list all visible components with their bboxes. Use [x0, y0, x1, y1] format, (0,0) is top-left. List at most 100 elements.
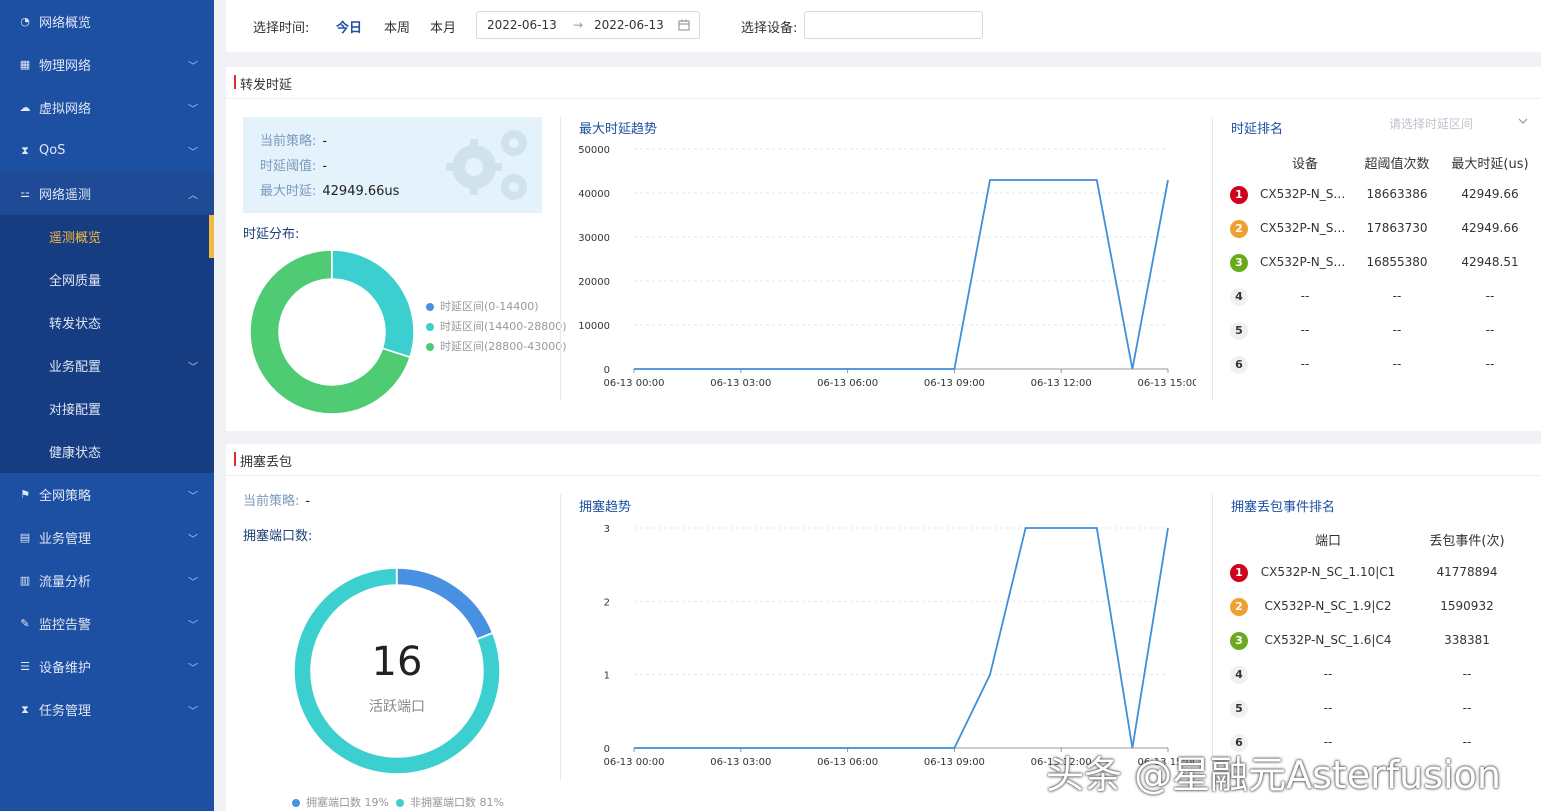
chevron-down-icon: ﹀ [188, 620, 198, 631]
sidebar-item[interactable]: ▦ 物理网络 ﹀ [0, 43, 214, 86]
max-latency-key: 最大时延: [260, 184, 317, 199]
time-label: 选择时间: [253, 21, 310, 36]
sidebar-item-label: 网络概览 [39, 16, 92, 31]
option-week[interactable]: 本周 [384, 17, 410, 36]
chevron-down-icon: ﹀ [188, 534, 198, 545]
submenu-item-label: 全网质量 [49, 274, 102, 289]
date-end[interactable]: 2022-06-13 [594, 18, 664, 32]
sidebar-item-label: 物理网络 [39, 59, 92, 74]
y-tick-label: 30000 [578, 233, 610, 244]
rank-cell-max: 42949.66 [1461, 221, 1519, 235]
y-tick-label: 3 [604, 524, 610, 535]
series-line[interactable] [634, 179, 1169, 370]
y-tick-label: 2 [604, 597, 610, 608]
chevron-up-icon: ︿ [188, 190, 198, 201]
chevron-down-icon: ﹀ [188, 663, 198, 674]
report-icon: ▥ [19, 574, 31, 587]
submenu-item[interactable]: 转发状态 [0, 301, 214, 344]
filter-bar: 选择时间: 今日 本周 本月 2022-06-13 → 2022-06-13 选… [226, 0, 1541, 52]
latency-info-box: 当前策略: - 时延阈值: - 最大时延: 42949.66us [243, 117, 542, 213]
submenu-item[interactable]: 遥测概览 [0, 215, 214, 258]
submenu-item[interactable]: 对接配置 [0, 387, 214, 430]
divider [560, 117, 561, 401]
legend-label: 时延区间(0-14400) [440, 300, 539, 313]
congestion-rank-title: 拥塞丢包事件排名 [1231, 500, 1336, 515]
x-tick-label: 06-13 06:00 [817, 757, 878, 768]
submenu-item[interactable]: 业务配置 ﹀ [0, 344, 214, 387]
date-start[interactable]: 2022-06-13 [487, 18, 557, 32]
max-latency-trend-chart: 0 10000 20000 30000 40000 50000 06-13 00:00 06-… [578, 145, 1196, 389]
rank-cell-count: -- [1462, 701, 1472, 715]
x-tick-label: 06-13 03:00 [710, 378, 771, 389]
sidebar-item[interactable]: ⚍ 网络遥测 ︿ [0, 172, 214, 215]
rank-cell-max: -- [1485, 323, 1495, 337]
donut-slice[interactable] [331, 250, 414, 358]
main-content: 选择时间: 今日 本周 本月 2022-06-13 → 2022-06-13 选… [226, 0, 1541, 811]
chevron-down-icon: ﹀ [188, 362, 198, 373]
latency-panel: 转发时延 当前策略: - 时延阈值: - 最大时延: 42949.66us 时延分布:… [226, 67, 1541, 431]
max-latency-row: 最大时延: 42949.66us [260, 180, 399, 199]
device-select[interactable] [804, 11, 983, 39]
divider [560, 494, 561, 780]
chevron-down-icon: ﹀ [188, 61, 198, 72]
legend-label: 非拥塞端口数 81% [410, 796, 504, 809]
rank-cell-port: -- [1323, 667, 1333, 681]
option-today[interactable]: 今日 [336, 17, 362, 36]
rank-badge: 5 [1230, 700, 1248, 718]
threshold-row: 时延阈值: - [260, 155, 327, 174]
policy-value: - [322, 134, 328, 149]
latency-rank-title: 时延排名 [1231, 122, 1284, 137]
sidebar-item[interactable]: ▤ 业务管理 ﹀ [0, 516, 214, 559]
x-tick-label: 06-13 09:00 [924, 757, 985, 768]
rank-header: 端口 [1314, 534, 1341, 549]
sidebar-item-label: 设备维护 [39, 661, 92, 676]
chevron-down-icon: ﹀ [188, 104, 198, 115]
x-tick-label: 06-13 00:00 [603, 757, 664, 768]
donut-slice[interactable] [396, 568, 494, 640]
submenu-item[interactable]: 健康状态 [0, 430, 214, 473]
calendar-icon[interactable] [678, 19, 690, 31]
rank-badge: 3 [1230, 254, 1248, 272]
rank-cell-count: 338381 [1444, 633, 1490, 647]
legend-label: 时延区间(28800-43000) [440, 340, 567, 353]
rank-badge: 4 [1230, 666, 1248, 684]
chevron-down-icon: ﹀ [188, 706, 198, 717]
sidebar-item[interactable]: ▥ 流量分析 ﹀ [0, 559, 214, 602]
arrow-right-icon: → [573, 18, 584, 32]
sidebar-item[interactable]: ⧗ 任务管理 ﹀ [0, 688, 214, 731]
submenu-item-label: 健康状态 [49, 446, 102, 461]
rank-cell-port: CX532P-N_SC_1.10|C1 [1260, 565, 1396, 579]
y-tick-label: 50000 [578, 145, 610, 156]
sidebar-item[interactable]: ◔ 网络概览 [0, 0, 214, 43]
rank-cell-count: -- [1462, 667, 1472, 681]
sidebar-item-label: 监控告警 [39, 618, 92, 633]
sidebar-item[interactable]: ⚑ 全网策略 ﹀ [0, 473, 214, 516]
sidebar-item[interactable]: ✎ 监控告警 ﹀ [0, 602, 214, 645]
telemetry-icon: ⚍ [20, 187, 30, 200]
series-line[interactable] [634, 527, 1169, 749]
rank-cell-device: CX532P-N_SC_1.6 [1260, 255, 1350, 269]
y-tick-label: 0 [604, 365, 610, 376]
telemetry-submenu: 遥测概览全网质量转发状态 业务配置 ﹀ 对接配置健康状态 [0, 215, 214, 473]
x-tick-label: 06-13 06:00 [817, 378, 878, 389]
rank-cell-max: -- [1485, 357, 1495, 371]
sidebar-item[interactable]: ☰ 设备维护 ﹀ [0, 645, 214, 688]
sidebar-item[interactable]: ☁ 虚拟网络 ﹀ [0, 86, 214, 129]
chevron-down-icon[interactable] [1518, 117, 1528, 125]
rank-cell-count: -- [1392, 289, 1402, 303]
rank-cell-count: 41778894 [1436, 565, 1498, 579]
option-month[interactable]: 本月 [430, 17, 456, 36]
date-range-picker[interactable]: 2022-06-13 → 2022-06-13 [476, 11, 700, 39]
flag-icon: ⚑ [20, 488, 30, 501]
max-latency-value: 42949.66us [322, 184, 400, 199]
sidebar-item[interactable]: ⧗ QoS ﹀ [0, 129, 214, 172]
submenu-item[interactable]: 全网质量 [0, 258, 214, 301]
gears-icon [446, 130, 527, 200]
congestion-ports-title: 拥塞端口数: [243, 529, 313, 544]
dashboard-icon: ◔ [20, 15, 30, 28]
rank-cell-count: -- [1392, 323, 1402, 337]
rank-cell-device: CX532P-N_SC_1.9 [1260, 221, 1350, 235]
latency-range-select[interactable]: 请选择时延区间 [1389, 115, 1473, 132]
active-ports-label: 活跃端口 [369, 699, 425, 715]
y-tick-label: 20000 [578, 277, 610, 288]
